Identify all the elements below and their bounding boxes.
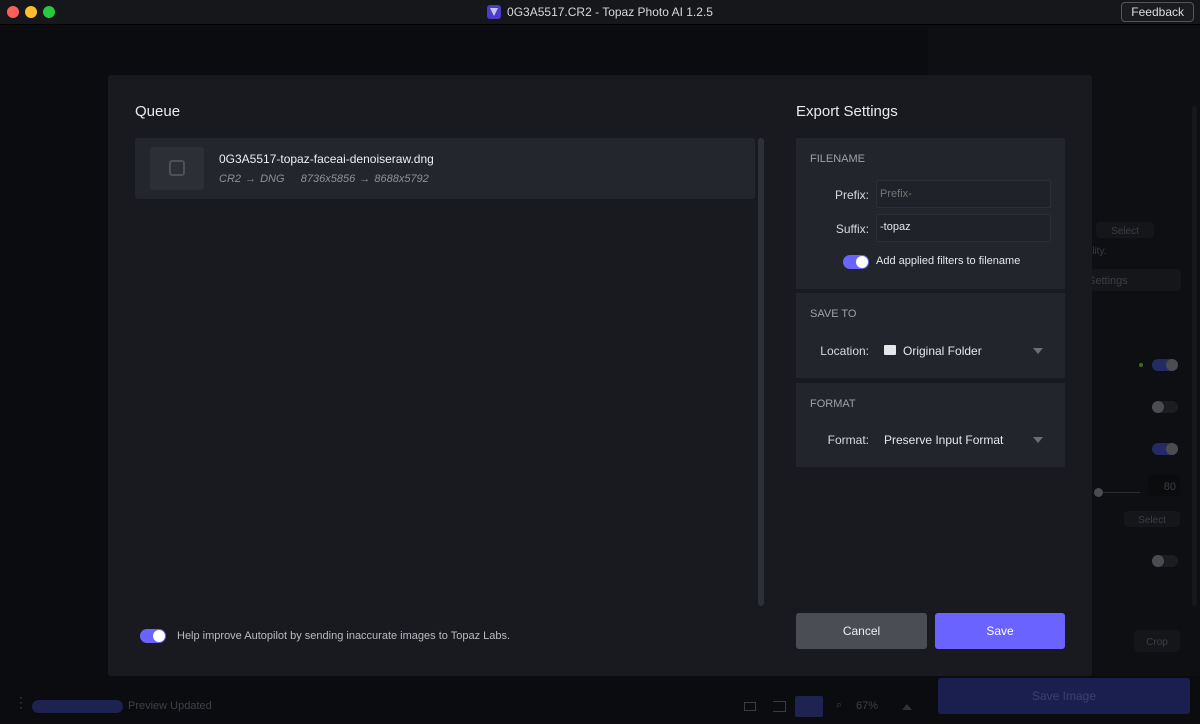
cancel-button[interactable]: Cancel [796,613,927,649]
format-value: Preserve Input Format [884,433,1004,447]
bg-scrollbar [1192,106,1197,606]
autopilot-toggle[interactable] [140,629,166,643]
folder-icon [884,345,896,355]
window-title-text: 0G3A5517.CR2 - Topaz Photo AI 1.2.5 [507,5,713,19]
bg-settings-label: Settings [1088,275,1128,287]
export-dialog: Queue 0G3A5517-topaz-faceai-denoiseraw.d… [108,75,1092,676]
suffix-label: Suffix: [835,222,869,236]
bg-toggle [1152,443,1178,455]
queue-item-dimensions: 8736x5856 → 8688x5792 [300,173,429,185]
bg-select-label: Select [1138,515,1166,526]
image-thumbnail [150,147,204,190]
bg-toggle [1152,359,1178,371]
bg-status-dot [1139,363,1143,367]
filename-section: FILENAME Prefix: Suffix: -topaz Add appl… [796,138,1065,289]
queue-scrollbar[interactable] [758,138,764,606]
format-section-title: FORMAT [810,398,856,410]
bg-select-button: Select [1124,511,1180,527]
bg-crop-button: Crop [1134,630,1180,652]
prefix-label: Prefix: [834,188,869,202]
queue-title: Queue [135,103,181,120]
suffix-input[interactable]: -topaz [876,214,1051,242]
status-bar: ⋮ Preview Updated ⌕ 67% [0,690,930,724]
add-filters-toggle[interactable] [843,255,869,269]
format-label: Format: [827,433,869,447]
bg-text: ility. [1090,246,1107,257]
format-dropdown-caret-icon [1033,437,1043,443]
queue-item-conversion: CR2 → DNG [219,173,285,185]
window-title: 0G3A5517.CR2 - Topaz Photo AI 1.2.5 [0,5,1200,19]
autopilot-toggle-label: Help improve Autopilot by sending inaccu… [177,630,511,642]
status-text: Preview Updated [128,700,212,712]
side-by-side-view-button[interactable] [795,696,823,717]
bg-select-label: Select [1111,226,1139,237]
zoom-level[interactable]: 67% [856,700,878,712]
location-label: Location: [820,344,869,358]
bg-toggle [1152,555,1178,567]
bg-crop-label: Crop [1146,637,1168,648]
save-button[interactable]: Save [935,613,1065,649]
bg-settings-button: Settings [1078,269,1181,291]
zoom-icon: ⌕ [836,699,843,711]
progress-bar [32,700,123,713]
more-menu-icon[interactable]: ⋮ [14,695,28,709]
add-filters-label: Add applied filters to filename [876,255,1021,267]
title-bar: 0G3A5517.CR2 - Topaz Photo AI 1.2.5 Feed… [0,0,1200,25]
bg-toggle [1152,401,1178,413]
save-to-section-title: SAVE TO [810,308,857,320]
prefix-input[interactable] [876,180,1051,208]
save-image-label: Save Image [1031,689,1097,703]
save-image-button[interactable]: Save Image [938,678,1190,714]
filename-section-title: FILENAME [810,153,866,165]
export-settings-title: Export Settings [796,103,898,120]
format-section: FORMAT Format: Preserve Input Format [796,383,1065,467]
save-to-section: SAVE TO Location: Original Folder [796,293,1065,378]
queue-item[interactable]: 0G3A5517-topaz-faceai-denoiseraw.dng CR2… [135,138,755,199]
single-view-icon[interactable] [744,702,756,711]
topaz-logo-icon [487,5,502,19]
location-value: Original Folder [903,344,982,358]
bg-slider-value: 80 [1163,481,1176,493]
bg-select-button: Select [1096,222,1154,238]
queue-item-filename: 0G3A5517-topaz-faceai-denoiseraw.dng [219,152,434,166]
bg-slider-handle [1094,488,1103,497]
feedback-button[interactable]: Feedback [1121,2,1194,22]
location-dropdown-caret-icon [1033,348,1043,354]
zoom-menu-caret-icon[interactable] [902,704,912,710]
split-view-icon[interactable] [773,701,786,712]
queue-item-meta: CR2 → DNG 8736x5856 → 8688x5792 [219,173,429,185]
image-icon [169,160,185,176]
